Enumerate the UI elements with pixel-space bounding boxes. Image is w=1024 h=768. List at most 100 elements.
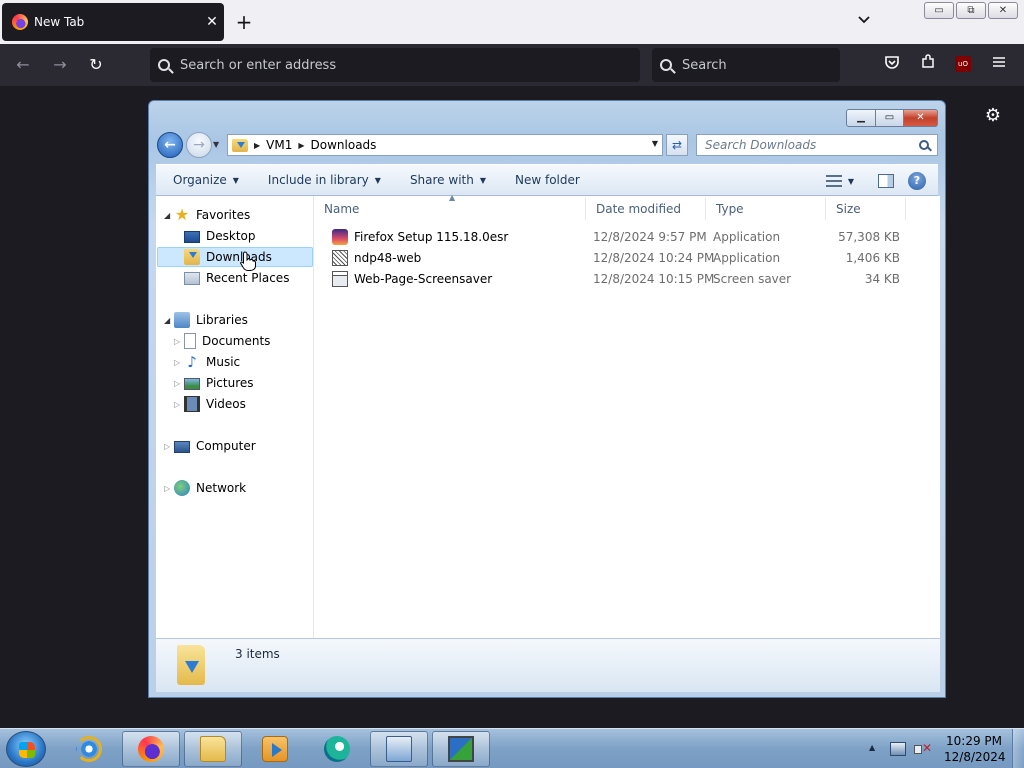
arrow-right-icon: → (53, 55, 67, 74)
volume-muted-icon[interactable]: ✕ (914, 741, 932, 757)
breadcrumb-downloads[interactable]: Downloads (311, 138, 377, 152)
nav-label: Videos (206, 397, 246, 411)
libraries-icon (174, 312, 190, 328)
control-panel-icon (386, 736, 412, 762)
search-icon (919, 140, 929, 150)
reload-button[interactable]: ↻ (83, 52, 109, 78)
new-folder-button[interactable]: New folder (515, 173, 580, 187)
breadcrumb-vm1[interactable]: VM1 (266, 138, 292, 152)
nav-item-videos[interactable]: ▷ Videos (174, 394, 246, 414)
refresh-button[interactable]: ⇄ (666, 134, 688, 156)
explorer-maximize-button[interactable]: ▭ (876, 109, 904, 127)
help-icon[interactable]: ? (908, 172, 926, 190)
breadcrumb-arrow-icon[interactable]: ▶ (254, 141, 260, 150)
collapsed-triangle-icon[interactable]: ▷ (174, 337, 184, 346)
collapsed-triangle-icon[interactable]: ▷ (174, 400, 184, 409)
explorer-forward-button[interactable]: → (186, 132, 212, 158)
command-bar: Organize ▼ Include in library ▼ Share with… (156, 164, 938, 196)
chevron-down-icon: ▼ (374, 175, 381, 185)
show-hidden-icons-icon[interactable]: ▲ (869, 743, 875, 752)
list-all-tabs-button[interactable] (852, 8, 876, 36)
nav-item-recent-places[interactable]: Recent Places (184, 268, 289, 288)
recent-pages-button[interactable]: ▼ (213, 140, 223, 150)
column-header-name[interactable]: Name (314, 198, 586, 220)
new-tab-button[interactable]: + (232, 8, 256, 36)
chevron-down-icon[interactable]: ▼ (848, 177, 854, 186)
expand-triangle-icon[interactable]: ◢ (164, 316, 174, 325)
system-clock[interactable]: 10:29 PM 12/8/2024 (944, 733, 1006, 765)
collapsed-triangle-icon[interactable]: ▷ (174, 379, 184, 388)
nav-item-computer[interactable]: ▷ Computer (164, 436, 256, 456)
tab-title: New Tab (34, 15, 85, 29)
nav-item-network[interactable]: ▷ Network (164, 478, 246, 498)
view-controls: ▼ ? (825, 165, 938, 197)
restore-button[interactable]: ⧉ (956, 2, 986, 19)
taskbar-screensaver-settings[interactable] (432, 731, 490, 767)
include-in-library-button[interactable]: Include in library ▼ (268, 173, 381, 187)
start-button[interactable] (6, 731, 46, 767)
show-desktop-button[interactable] (1012, 729, 1024, 768)
navigation-pane: ◢ ★ Favorites Desktop Downloads Recent P… (156, 196, 314, 638)
minimize-button[interactable]: ▭ (924, 2, 954, 19)
tab-new-tab[interactable]: New Tab ✕ (2, 3, 224, 41)
nav-label: Music (206, 355, 241, 369)
taskbar-windows-explorer[interactable] (184, 731, 242, 767)
extensions-button[interactable] (915, 52, 941, 78)
address-bar[interactable]: Search or enter address (150, 48, 640, 82)
tab-close-icon[interactable]: ✕ (200, 14, 224, 30)
pocket-icon (885, 56, 899, 69)
search-icon (158, 59, 170, 71)
star-icon: ★ (174, 205, 190, 224)
network-status-icon[interactable] (890, 742, 906, 756)
explorer-search-box[interactable]: Search Downloads (696, 134, 938, 156)
nav-item-music[interactable]: ▷ ♪ Music (174, 352, 240, 372)
nav-item-pictures[interactable]: ▷ Pictures (174, 373, 254, 393)
explorer-address-bar[interactable]: ▶ VM1 ▶ Downloads ▼ (227, 134, 663, 156)
column-label: Type (716, 202, 744, 216)
breadcrumb-arrow-icon[interactable]: ▶ (298, 141, 304, 150)
taskbar-control-panel[interactable] (370, 731, 428, 767)
media-player-icon (262, 736, 288, 762)
forward-button[interactable]: → (47, 52, 73, 78)
column-header-date-modified[interactable]: Date modified (586, 198, 706, 220)
reload-icon: ↻ (89, 55, 103, 74)
share-with-button[interactable]: Share with ▼ (410, 173, 486, 187)
address-dropdown-icon[interactable]: ▼ (652, 139, 658, 148)
collapsed-triangle-icon[interactable]: ▷ (174, 358, 184, 367)
nav-item-libraries[interactable]: ◢ Libraries (164, 310, 248, 330)
close-button[interactable]: ✕ (988, 2, 1018, 19)
explorer-close-button[interactable]: ✕ (904, 109, 938, 127)
column-header-type[interactable]: Type (706, 198, 826, 220)
explorer-back-button[interactable]: ← (157, 132, 183, 158)
hand-cursor-icon (240, 251, 256, 271)
pocket-button[interactable] (879, 52, 905, 78)
taskbar-firefox[interactable] (122, 731, 180, 767)
back-button[interactable]: ← (10, 52, 36, 78)
taskbar-edge[interactable] (308, 731, 366, 767)
item-count: 3 items (235, 647, 280, 661)
ublock-origin-icon[interactable]: uO (955, 56, 971, 72)
expand-triangle-icon[interactable]: ◢ (164, 211, 174, 220)
file-row[interactable]: ndp48-web 12/8/2024 10:24 PM Application… (324, 248, 924, 268)
computer-icon (174, 440, 190, 453)
preview-pane-icon[interactable] (878, 174, 894, 188)
collapsed-triangle-icon[interactable]: ▷ (164, 484, 174, 493)
collapsed-triangle-icon[interactable]: ▷ (164, 442, 174, 451)
app-menu-button[interactable] (986, 52, 1012, 78)
nav-item-downloads[interactable]: Downloads (157, 247, 313, 267)
music-note-icon: ♪ (187, 353, 197, 371)
organize-button[interactable]: Organize ▼ (173, 173, 239, 187)
file-row[interactable]: Firefox Setup 115.18.0esr 12/8/2024 9:57… (324, 227, 924, 247)
taskbar-internet-explorer[interactable] (60, 731, 118, 767)
view-options-icon[interactable] (825, 175, 842, 187)
desktop-icon (184, 231, 200, 243)
explorer-minimize-button[interactable]: ▁ (846, 109, 876, 127)
file-row[interactable]: Web-Page-Screensaver 12/8/2024 10:15 PM … (324, 269, 924, 289)
nav-item-desktop[interactable]: Desktop (184, 226, 256, 246)
gear-icon[interactable]: ⚙ (983, 106, 1003, 126)
nav-item-documents[interactable]: ▷ Documents (174, 331, 270, 351)
search-bar[interactable]: Search (652, 48, 840, 82)
column-header-size[interactable]: Size (826, 198, 906, 220)
taskbar-media-player[interactable] (246, 731, 304, 767)
nav-item-favorites[interactable]: ◢ ★ Favorites (164, 205, 250, 225)
